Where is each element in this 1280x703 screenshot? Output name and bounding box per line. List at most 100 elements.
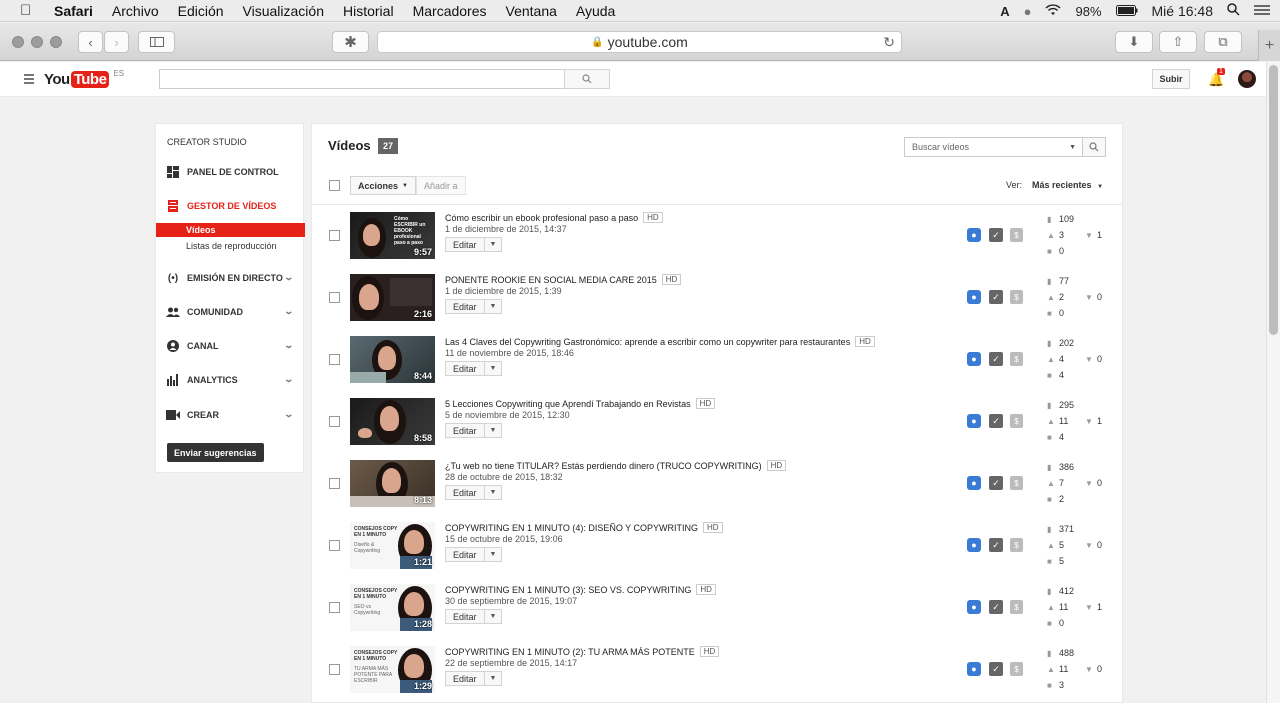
row-checkbox[interactable] xyxy=(329,292,340,303)
sort-dropdown[interactable]: Más recientes ▼ xyxy=(1032,180,1103,190)
sidebar-item-video-manager[interactable]: GESTOR DE VÍDEOS xyxy=(156,197,305,215)
monetization-icon[interactable]: $ xyxy=(1010,538,1023,552)
menu-historial[interactable]: Historial xyxy=(343,3,394,19)
monetization-icon[interactable]: $ xyxy=(1010,290,1023,304)
video-thumbnail[interactable]: 8:58 xyxy=(350,398,435,445)
row-checkbox[interactable] xyxy=(329,664,340,675)
checkmark-icon[interactable]: ✓ xyxy=(989,662,1003,676)
scrollbar-thumb[interactable] xyxy=(1269,65,1278,335)
checkmark-icon[interactable]: ✓ xyxy=(989,352,1003,366)
edit-dropdown-button[interactable]: ▼ xyxy=(484,361,503,376)
edit-dropdown-button[interactable]: ▼ xyxy=(484,237,503,252)
select-all-checkbox[interactable] xyxy=(329,180,340,191)
public-visibility-icon[interactable]: ● xyxy=(967,538,981,552)
edit-dropdown-button[interactable]: ▼ xyxy=(484,423,503,438)
edit-dropdown-button[interactable]: ▼ xyxy=(484,485,503,500)
video-title[interactable]: PONENTE ROOKIE EN SOCIAL MEDIA CARE 2015… xyxy=(445,274,682,285)
chevron-down-icon[interactable]: ⌄ xyxy=(284,306,295,317)
video-title[interactable]: COPYWRITING EN 1 MINUTO (2): TU ARMA MÁS… xyxy=(445,646,720,657)
new-tab-button[interactable]: + xyxy=(1258,30,1280,61)
sidebar-item-analytics[interactable]: ANALYTICS ⌄ xyxy=(156,371,305,389)
video-thumbnail[interactable]: Cómo ESCRIBIR un EBOOK profesional paso … xyxy=(350,212,435,259)
video-thumbnail[interactable]: CONSEJOS COPY EN 1 MINUTO TU ARMA MÁS PO… xyxy=(350,646,435,693)
sidebar-item-community[interactable]: COMUNIDAD ⌄ xyxy=(156,303,305,321)
monetization-icon[interactable]: $ xyxy=(1010,476,1023,490)
video-thumbnail[interactable]: 8:44 xyxy=(350,336,435,383)
guide-menu-icon[interactable] xyxy=(24,74,34,86)
youtube-logo[interactable]: You Tube ES xyxy=(44,69,124,88)
sidebar-toggle-button[interactable] xyxy=(138,31,175,53)
reload-icon[interactable]: ↻ xyxy=(883,34,895,51)
tabs-overview-button[interactable]: ⧉ xyxy=(1204,31,1242,53)
edit-button[interactable]: Editar xyxy=(445,361,485,376)
public-visibility-icon[interactable]: ● xyxy=(967,476,981,490)
sidebar-subitem-videos[interactable]: Vídeos xyxy=(156,223,305,237)
checkmark-icon[interactable]: ✓ xyxy=(989,228,1003,242)
menu-visualizacion[interactable]: Visualización xyxy=(243,3,324,19)
upload-button[interactable]: Subir xyxy=(1152,69,1190,89)
minimize-window-button[interactable] xyxy=(31,36,43,48)
clock[interactable]: Mié 16:48 xyxy=(1152,3,1213,19)
edit-dropdown-button[interactable]: ▼ xyxy=(484,609,503,624)
video-title[interactable]: COPYWRITING EN 1 MINUTO (3): SEO VS. COP… xyxy=(445,584,716,595)
checkmark-icon[interactable]: ✓ xyxy=(989,414,1003,428)
public-visibility-icon[interactable]: ● xyxy=(967,600,981,614)
edit-button[interactable]: Editar xyxy=(445,671,485,686)
notifications-bell[interactable]: 🔔 1 xyxy=(1208,68,1225,88)
video-thumbnail[interactable]: 8:13 xyxy=(350,460,435,507)
forward-button[interactable]: › xyxy=(104,31,129,53)
wifi-icon[interactable] xyxy=(1045,3,1061,19)
row-checkbox[interactable] xyxy=(329,478,340,489)
row-checkbox[interactable] xyxy=(329,416,340,427)
checkmark-icon[interactable]: ✓ xyxy=(989,538,1003,552)
menu-edicion[interactable]: Edición xyxy=(178,3,224,19)
edit-button[interactable]: Editar xyxy=(445,485,485,500)
menu-archivo[interactable]: Archivo xyxy=(112,3,159,19)
add-to-button[interactable]: Añadir a xyxy=(416,176,466,195)
row-checkbox[interactable] xyxy=(329,602,340,613)
monetization-icon[interactable]: $ xyxy=(1010,414,1023,428)
edit-dropdown-button[interactable]: ▼ xyxy=(484,299,503,314)
sidebar-item-create[interactable]: CREAR ⌄ xyxy=(156,406,305,424)
downloads-button[interactable]: ⬇ xyxy=(1115,31,1153,53)
monetization-icon[interactable]: $ xyxy=(1010,228,1023,242)
share-button[interactable]: ⇧ xyxy=(1159,31,1197,53)
public-visibility-icon[interactable]: ● xyxy=(967,228,981,242)
edit-dropdown-button[interactable]: ▼ xyxy=(484,671,503,686)
edit-button[interactable]: Editar xyxy=(445,609,485,624)
video-title[interactable]: ¿Tu web no tiene TITULAR? Estás perdiend… xyxy=(445,460,787,471)
video-thumbnail[interactable]: CONSEJOS COPY EN 1 MINUTO Diseño & Copyw… xyxy=(350,522,435,569)
edit-button[interactable]: Editar xyxy=(445,299,485,314)
video-title[interactable]: Cómo escribir un ebook profesional paso … xyxy=(445,212,663,223)
search-videos-button[interactable] xyxy=(1082,137,1106,157)
checkmark-icon[interactable]: ✓ xyxy=(989,476,1003,490)
public-visibility-icon[interactable]: ● xyxy=(967,414,981,428)
public-visibility-icon[interactable]: ● xyxy=(967,290,981,304)
row-checkbox[interactable] xyxy=(329,354,340,365)
send-feedback-button[interactable]: Enviar sugerencias xyxy=(167,443,264,462)
video-title[interactable]: Las 4 Claves del Copywriting Gastronómic… xyxy=(445,336,875,347)
monetization-icon[interactable]: $ xyxy=(1010,662,1023,676)
chevron-down-icon[interactable]: ⌄ xyxy=(284,340,295,351)
public-visibility-icon[interactable]: ● xyxy=(967,662,981,676)
sidebar-item-dashboard[interactable]: PANEL DE CONTROL xyxy=(156,163,305,181)
actions-dropdown[interactable]: Acciones ▼ xyxy=(350,176,416,195)
notification-center-icon[interactable] xyxy=(1254,4,1270,19)
address-bar[interactable]: 🔒 youtube.com ↻ xyxy=(377,31,902,53)
youtube-search-button[interactable] xyxy=(564,69,610,89)
sidebar-subitem-playlists[interactable]: Listas de reproducción xyxy=(156,239,305,253)
sidebar-item-live[interactable]: (•) EMISIÓN EN DIRECTO ⌄ xyxy=(156,269,305,287)
public-visibility-icon[interactable]: ● xyxy=(967,352,981,366)
apple-menu-icon[interactable]:  xyxy=(20,2,38,19)
close-window-button[interactable] xyxy=(12,36,24,48)
video-title[interactable]: COPYWRITING EN 1 MINUTO (4): DISEÑO Y CO… xyxy=(445,522,723,533)
chevron-down-icon[interactable]: ⌄ xyxy=(284,409,295,420)
edit-button[interactable]: Editar xyxy=(445,423,485,438)
chevron-down-icon[interactable]: ⌄ xyxy=(284,374,295,385)
extension-button[interactable]: ✱ xyxy=(332,31,369,53)
search-videos-input[interactable]: Buscar vídeos ▼ xyxy=(904,137,1083,157)
youtube-search-input[interactable] xyxy=(159,69,565,89)
zoom-window-button[interactable] xyxy=(50,36,62,48)
row-checkbox[interactable] xyxy=(329,540,340,551)
chevron-down-icon[interactable]: ⌄ xyxy=(284,272,295,283)
